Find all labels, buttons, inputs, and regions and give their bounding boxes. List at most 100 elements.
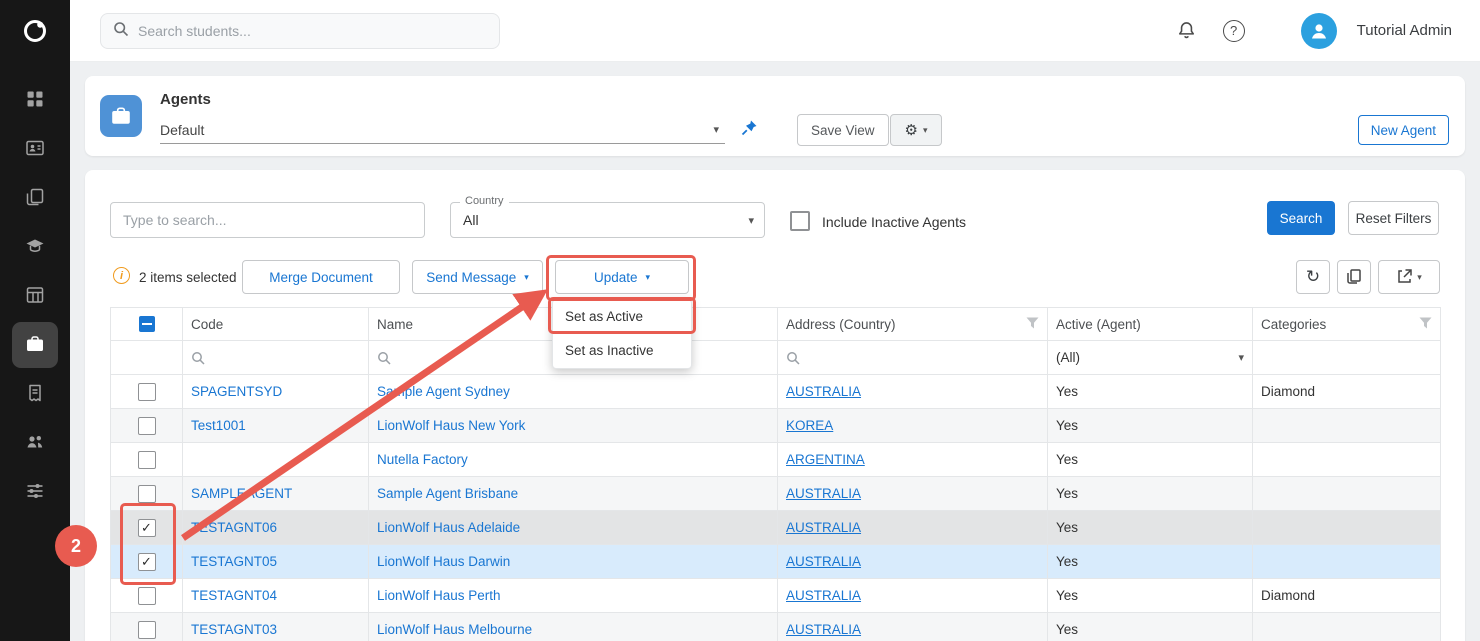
search-button[interactable]: Search: [1267, 201, 1335, 235]
table-icon: [25, 285, 45, 308]
agent-country-link[interactable]: ARGENTINA: [786, 452, 865, 467]
agent-name-link[interactable]: LionWolf Haus Darwin: [377, 554, 510, 569]
table-header-row: Code Name Address (Country) Active (Agen…: [111, 308, 1441, 341]
search-icon: [191, 351, 205, 365]
filter-funnel-icon[interactable]: [1419, 317, 1432, 332]
agent-name-link[interactable]: Sample Agent Brisbane: [377, 486, 518, 501]
agent-name-link[interactable]: Nutella Factory: [377, 452, 468, 467]
col-header-code[interactable]: Code: [183, 308, 369, 341]
agent-country-link[interactable]: AUSTRALIA: [786, 622, 861, 637]
sliders-icon: [25, 481, 45, 504]
row-checkbox[interactable]: [138, 417, 156, 435]
selection-count: 2 items selected: [139, 270, 237, 285]
page-title: Agents: [160, 91, 211, 108]
avatar[interactable]: [1301, 13, 1337, 49]
merge-document-button[interactable]: Merge Document: [242, 260, 400, 294]
filter-funnel-icon[interactable]: [1026, 317, 1039, 332]
pin-icon[interactable]: [740, 119, 758, 140]
agent-name-link[interactable]: LionWolf Haus Melbourne: [377, 622, 532, 637]
view-select[interactable]: Default ▾: [160, 116, 725, 144]
table-row[interactable]: TESTAGNT04 LionWolf Haus Perth AUSTRALIA…: [111, 579, 1441, 613]
row-checkbox[interactable]: [138, 587, 156, 605]
col-header-categories[interactable]: Categories: [1253, 308, 1441, 341]
agent-code-link[interactable]: TESTAGNT06: [191, 520, 277, 535]
grid-search-box[interactable]: [110, 202, 425, 238]
code-filter-cell[interactable]: [183, 341, 369, 375]
active-filter-select[interactable]: (All)▾: [1048, 341, 1253, 375]
sidebar-item-reports[interactable]: [12, 273, 58, 319]
row-checkbox-checked[interactable]: ✓: [138, 553, 156, 571]
search-input[interactable]: [138, 23, 487, 39]
agent-name-link[interactable]: LionWolf Haus Perth: [377, 588, 501, 603]
agent-name-link[interactable]: LionWolf Haus New York: [377, 418, 525, 433]
app-logo-icon[interactable]: [0, 0, 70, 62]
select-all-checkbox[interactable]: [139, 316, 155, 332]
country-select[interactable]: Country All ▾: [450, 202, 765, 238]
reset-filters-button[interactable]: Reset Filters: [1348, 201, 1439, 235]
sidebar-item-dashboard[interactable]: [12, 77, 58, 123]
col-header-address[interactable]: Address (Country): [778, 308, 1048, 341]
agent-country-link[interactable]: AUSTRALIA: [786, 486, 861, 501]
agent-name-link[interactable]: LionWolf Haus Adelaide: [377, 520, 520, 535]
table-row[interactable]: TESTAGNT03 LionWolf Haus Melbourne AUSTR…: [111, 613, 1441, 641]
update-button[interactable]: Update ▾: [555, 260, 689, 294]
sidebar-item-agents[interactable]: [12, 322, 58, 368]
country-select-value: All: [451, 203, 764, 237]
agent-country-link[interactable]: KOREA: [786, 418, 833, 433]
notifications-bell-icon[interactable]: [1176, 20, 1197, 41]
agent-categories-cell: [1253, 443, 1441, 477]
row-checkbox[interactable]: [138, 485, 156, 503]
sidebar-item-students[interactable]: [12, 126, 58, 172]
agent-code-link[interactable]: TESTAGNT04: [191, 588, 277, 603]
table-row[interactable]: SAMPLEAGENT Sample Agent Brisbane AUSTRA…: [111, 477, 1441, 511]
update-label: Update: [594, 270, 638, 285]
view-settings-button[interactable]: ⚙ ▾: [890, 114, 942, 146]
send-message-button[interactable]: Send Message ▾: [412, 260, 543, 294]
table-filter-row: (All)▾: [111, 341, 1441, 375]
row-checkbox-checked[interactable]: ✓: [138, 519, 156, 537]
copy-button[interactable]: [1337, 260, 1371, 294]
agent-code-link[interactable]: SPAGENTSYD: [191, 384, 282, 399]
table-row-selected[interactable]: ✓ TESTAGNT05 LionWolf Haus Darwin AUSTRA…: [111, 545, 1441, 579]
table-row-selected[interactable]: ✓ TESTAGNT06 LionWolf Haus Adelaide AUST…: [111, 511, 1441, 545]
sidebar-nav: [0, 62, 70, 515]
row-checkbox[interactable]: [138, 383, 156, 401]
row-checkbox[interactable]: [138, 451, 156, 469]
agent-code-link[interactable]: Test1001: [191, 418, 246, 433]
agent-code-link[interactable]: TESTAGNT03: [191, 622, 277, 637]
grid-search-input[interactable]: [123, 212, 412, 228]
col-header-categories-label: Categories: [1261, 317, 1326, 332]
menu-item-set-as-inactive[interactable]: Set as Inactive: [553, 334, 691, 368]
include-inactive-checkbox[interactable]: [790, 211, 810, 231]
sidebar: [0, 0, 70, 641]
table-row[interactable]: Nutella Factory ARGENTINA Yes: [111, 443, 1441, 477]
row-checkbox[interactable]: [138, 621, 156, 639]
sidebar-item-courses[interactable]: [12, 224, 58, 270]
new-agent-button[interactable]: New Agent: [1358, 115, 1449, 145]
address-filter-cell[interactable]: [778, 341, 1048, 375]
agent-code-link[interactable]: TESTAGNT05: [191, 554, 277, 569]
col-header-active[interactable]: Active (Agent): [1048, 308, 1253, 341]
sidebar-item-settings[interactable]: [12, 469, 58, 515]
agent-active-cell: Yes: [1048, 375, 1253, 409]
sidebar-item-applications[interactable]: [12, 175, 58, 221]
agent-country-link[interactable]: AUSTRALIA: [786, 384, 861, 399]
agent-country-link[interactable]: AUSTRALIA: [786, 520, 861, 535]
export-button[interactable]: ▾: [1378, 260, 1440, 294]
table-row[interactable]: SPAGENTSYD Sample Agent Sydney AUSTRALIA…: [111, 375, 1441, 409]
agent-country-link[interactable]: AUSTRALIA: [786, 554, 861, 569]
sidebar-item-contacts[interactable]: [12, 420, 58, 466]
refresh-button[interactable]: ↻: [1296, 260, 1330, 294]
table-row[interactable]: Test1001 LionWolf Haus New York KOREA Ye…: [111, 409, 1441, 443]
help-icon[interactable]: ?: [1223, 20, 1245, 42]
active-filter-value: (All): [1056, 350, 1080, 365]
agent-country-link[interactable]: AUSTRALIA: [786, 588, 861, 603]
topbar: ? Tutorial Admin: [70, 0, 1480, 62]
agent-code-link[interactable]: SAMPLEAGENT: [191, 486, 292, 501]
sidebar-item-invoices[interactable]: [12, 371, 58, 417]
agent-name-link[interactable]: Sample Agent Sydney: [377, 384, 510, 399]
students-icon: [25, 138, 45, 161]
save-view-button[interactable]: Save View: [797, 114, 889, 146]
menu-item-set-as-active[interactable]: Set as Active: [553, 300, 691, 334]
student-search[interactable]: [100, 13, 500, 49]
